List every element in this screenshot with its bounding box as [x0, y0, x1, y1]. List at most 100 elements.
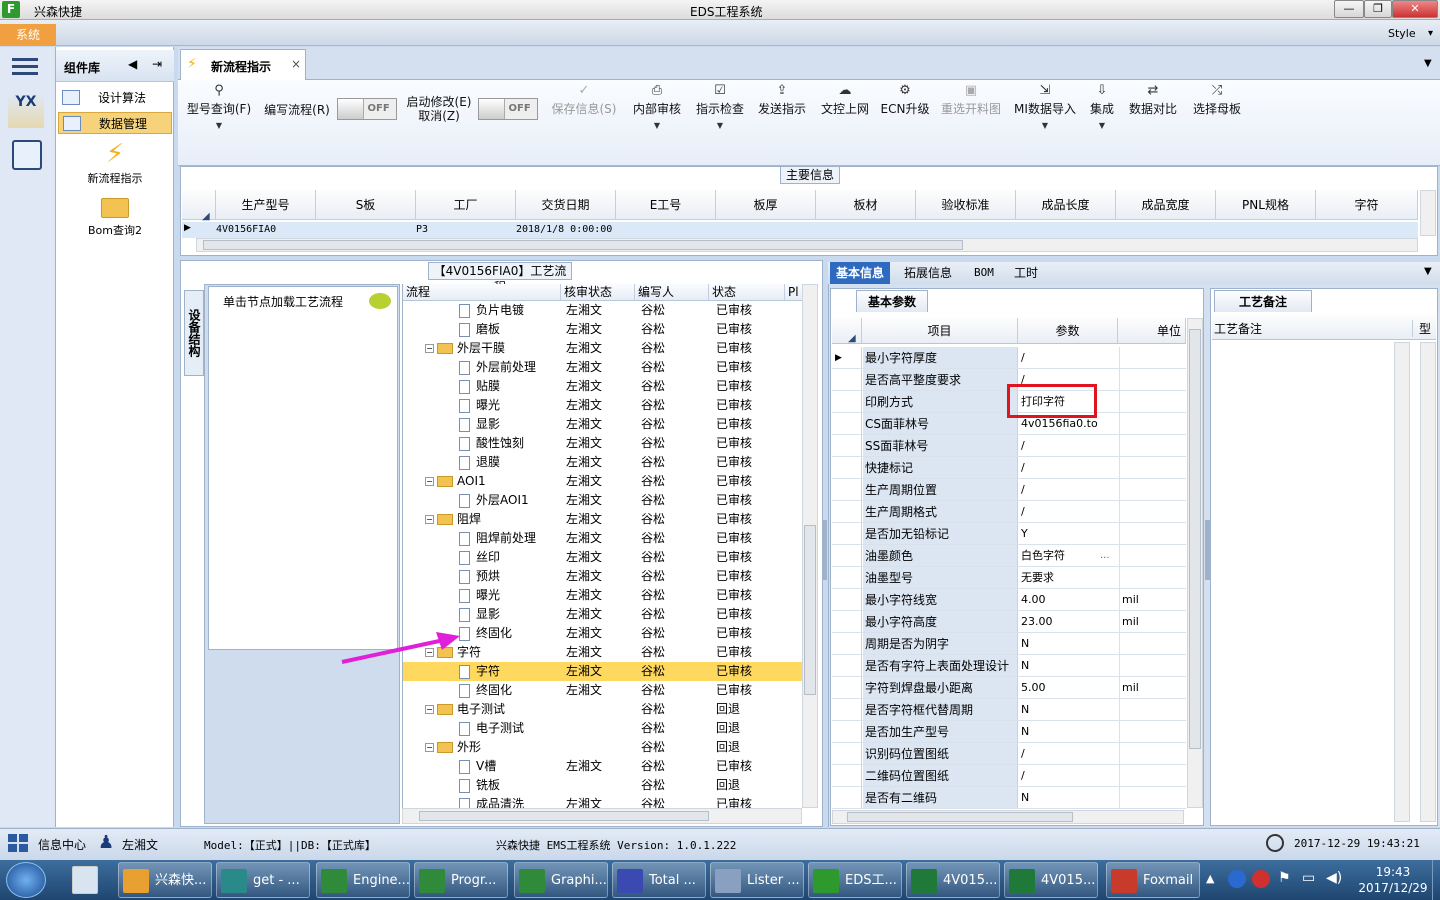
flag-icon[interactable]: ⚑ [1278, 870, 1291, 886]
tree-node[interactable]: 预烘 [459, 567, 500, 586]
row-selector[interactable] [832, 501, 862, 522]
tree-row[interactable]: 贴膜 左湘文 谷松 已审核 [403, 377, 803, 396]
write-process-toggle[interactable]: OFF [337, 98, 397, 120]
doc-control-online-button[interactable]: ☁ 文控上网 [818, 82, 872, 117]
tree-node[interactable]: − AOI1 [425, 472, 486, 491]
tree-row[interactable]: 成品清洗 左湘文 谷松 已审核 [403, 795, 803, 808]
reselect-cutting-chart-button[interactable]: ▣ 重选开料图 [938, 82, 1004, 117]
tree-node[interactable]: − 阻焊 [425, 510, 481, 529]
param-row[interactable]: 最小字符高度 23.00 mil [832, 611, 1186, 633]
collapse-icon[interactable]: − [425, 477, 434, 486]
tree-node[interactable]: 显影 [459, 415, 500, 434]
row-selector[interactable] [832, 479, 862, 500]
param-value[interactable]: / [1019, 479, 1117, 501]
collapse-icon[interactable]: − [425, 705, 434, 714]
row-selector[interactable] [832, 677, 862, 698]
param-value[interactable]: / [1019, 743, 1117, 765]
param-value[interactable]: / [1019, 765, 1117, 787]
param-value[interactable]: 23.00 [1019, 611, 1117, 633]
column-header[interactable]: 交货日期 [516, 190, 616, 220]
tree-node[interactable]: 显影 [459, 605, 500, 624]
ellipsis-button[interactable]: ... [1100, 545, 1110, 567]
taskbar-button[interactable]: 4V015... [906, 862, 1000, 898]
column-header[interactable]: 参数 [1018, 318, 1118, 344]
column-header[interactable]: 成品长度 [1016, 190, 1116, 220]
tree-node[interactable]: 曝光 [459, 586, 500, 605]
tree-row[interactable]: 退膜 左湘文 谷松 已审核 [403, 453, 803, 472]
param-row[interactable]: 油墨颜色 白色字符... [832, 545, 1186, 567]
tree-row[interactable]: 曝光 左湘文 谷松 已审核 [403, 586, 803, 605]
tab-new-process[interactable]: ⚡ 新流程指示 × [180, 49, 306, 81]
tab-work-hours[interactable]: 工时 [1008, 262, 1044, 284]
param-row[interactable]: 二维码位置图纸 / [832, 765, 1186, 787]
param-value[interactable]: Y [1019, 523, 1117, 545]
calculator-module-icon[interactable] [12, 140, 42, 170]
collapse-left-icon[interactable]: ◀ [128, 57, 137, 71]
system-clock[interactable]: 19:43 2017/12/29 [1358, 864, 1428, 896]
taskbar-button[interactable]: Progr... [414, 862, 508, 898]
start-button[interactable] [6, 862, 46, 898]
taskbar-button[interactable]: Foxmail [1106, 862, 1200, 898]
minimize-button[interactable]: — [1334, 0, 1364, 18]
column-header[interactable]: 单位 [1118, 318, 1186, 344]
show-desktop-button[interactable] [1432, 860, 1440, 900]
row-selector[interactable] [832, 611, 862, 632]
column-header[interactable]: 生产型号 [216, 190, 316, 220]
row-selector[interactable] [832, 457, 862, 478]
mi-data-import-button[interactable]: ⇲ MI数据导入 ▼ [1012, 82, 1078, 130]
taskbar-button[interactable]: get - ... [216, 862, 310, 898]
column-header[interactable]: 状态 [709, 284, 785, 301]
params-horizontal-scrollbar[interactable] [832, 810, 1184, 824]
param-row[interactable]: 识别码位置图纸 / [832, 743, 1186, 765]
column-header[interactable]: 工艺备注 [1214, 320, 1262, 337]
tree-node[interactable]: 负片电镀 [459, 301, 524, 320]
model-query-button[interactable]: ⚲ 型号查询(F) ▼ [184, 82, 254, 130]
start-edit-toggle[interactable]: OFF [478, 98, 538, 120]
taskbar-button[interactable]: 兴森快... [118, 862, 212, 898]
row-selector[interactable] [832, 765, 862, 786]
network-icon[interactable]: ▭ [1302, 870, 1315, 886]
grid-apps-icon[interactable] [8, 834, 28, 852]
tree-node[interactable]: − 电子测试 [425, 700, 505, 719]
row-selector[interactable] [832, 633, 862, 654]
column-header[interactable]: PNL规格 [1216, 190, 1316, 220]
tree-node[interactable]: 电子测试 [459, 719, 524, 738]
param-row[interactable]: 生产周期位置 / [832, 479, 1186, 501]
row-selector[interactable] [832, 655, 862, 676]
tree-row[interactable]: 显影 左湘文 谷松 已审核 [403, 605, 803, 624]
scroll-thumb[interactable] [847, 812, 1073, 822]
row-selector[interactable] [832, 567, 862, 588]
column-header[interactable]: 型 [1412, 320, 1431, 337]
row-selector[interactable] [832, 545, 862, 566]
param-value[interactable]: / [1019, 501, 1117, 523]
param-value[interactable]: N [1019, 721, 1117, 743]
tree-node[interactable]: − 外层干膜 [425, 339, 505, 358]
row-selector[interactable] [832, 369, 862, 390]
tree-node[interactable]: V槽 [459, 757, 496, 776]
instruction-check-button[interactable]: ☑ 指示检查 ▼ [693, 82, 747, 130]
param-row[interactable]: 周期是否为阴字 N [832, 633, 1186, 655]
start-edit-button[interactable]: 启动修改(E) 取消(Z) [403, 95, 475, 123]
tree-row[interactable]: 阻焊前处理 左湘文 谷松 已审核 [403, 529, 803, 548]
calculator-icon[interactable] [72, 866, 98, 894]
tab-close-icon[interactable]: × [291, 57, 301, 71]
tree-node[interactable]: 外层前处理 [459, 358, 536, 377]
select-motherboard-button[interactable]: ⤮ 选择母板 [1190, 82, 1244, 117]
tree-row[interactable]: 外层前处理 左湘文 谷松 已审核 [403, 358, 803, 377]
tray-app-icon[interactable] [1228, 870, 1246, 888]
tree-node[interactable]: 终固化 [459, 624, 512, 643]
row-selector[interactable] [832, 699, 862, 720]
tree-node[interactable]: 曝光 [459, 396, 500, 415]
param-row[interactable]: 是否加生产型号 N [832, 721, 1186, 743]
remarks-scrollbar[interactable] [1394, 342, 1410, 822]
taskbar-button[interactable]: Total ... [612, 862, 706, 898]
send-instruction-button[interactable]: ⇪ 发送指示 [755, 82, 809, 117]
tree-row[interactable]: − 阻焊 左湘文 谷松 已审核 [403, 510, 803, 529]
tray-app-icon[interactable] [1252, 870, 1270, 888]
close-window-button[interactable]: ✕ [1392, 0, 1438, 18]
tree-row[interactable]: 显影 左湘文 谷松 已审核 [403, 415, 803, 434]
param-value[interactable]: 无要求 [1019, 567, 1117, 589]
column-header[interactable]: 板厚 [716, 190, 816, 220]
row-selector[interactable] [832, 413, 862, 434]
param-value[interactable]: N [1019, 633, 1117, 655]
